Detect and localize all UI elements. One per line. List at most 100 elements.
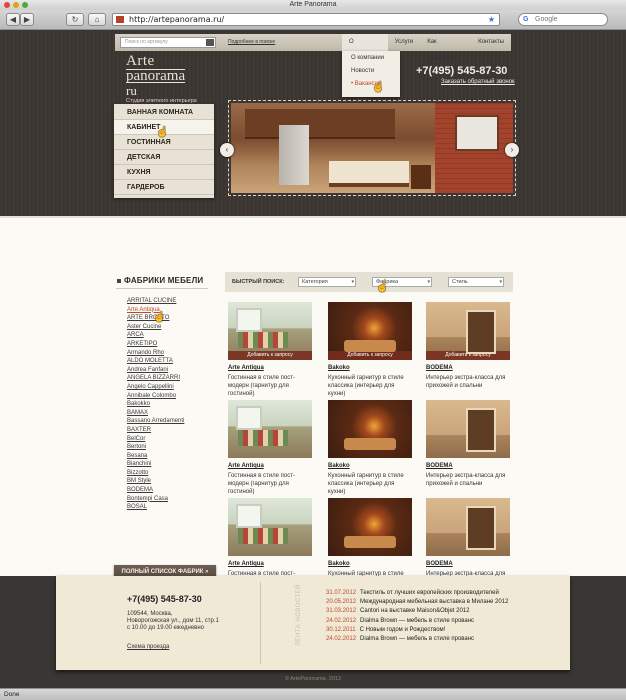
close-window-icon[interactable] (4, 2, 10, 8)
product-brand-link[interactable]: Arte Antiqua (228, 561, 312, 567)
product-card[interactable]: BODEMA Интерьер экстра-класса для прихож… (426, 400, 510, 488)
product-brand-link[interactable]: BODEMA (426, 463, 510, 469)
news-title[interactable]: Текстиль от лучших европейских производи… (360, 590, 499, 596)
nav-how-to-order[interactable]: Как заказать? (420, 34, 471, 62)
product-image[interactable] (228, 400, 312, 458)
home-button[interactable]: ⌂ (88, 13, 106, 26)
factory-link[interactable]: Aster Cucine (127, 323, 184, 332)
url-field[interactable]: http://artepanorama.ru/ ★ (112, 13, 500, 26)
factory-link[interactable]: Besana (127, 452, 184, 461)
about-dropdown-menu: О компании Новости • Вакансии (342, 51, 400, 97)
back-button[interactable]: ◀ (6, 13, 20, 26)
product-brand-link[interactable]: Arte Antiqua (228, 463, 312, 469)
product-card[interactable]: BODEMA Интерьер экстра-класса для прихож… (426, 498, 510, 586)
search-go-icon[interactable] (206, 39, 214, 46)
product-image[interactable] (228, 498, 312, 556)
article-search-input[interactable]: Поиск по артикулу (120, 37, 216, 48)
product-brand-link[interactable]: Bakoko (328, 561, 412, 567)
news-title[interactable]: Cantori на выставке Maison&Objet 2012 (360, 608, 469, 614)
factory-link[interactable]: Bertoni (127, 443, 184, 452)
site-logo[interactable]: Arte panorama ru Студия элитного интерье… (126, 54, 197, 104)
web-search-field[interactable]: G Google (518, 13, 608, 26)
add-to-request-button[interactable]: Добавить к запросу (426, 351, 510, 360)
product-card[interactable]: Добавить к запросу BODEMA Интерьер экстр… (426, 302, 510, 390)
factory-link[interactable]: BAMAX (127, 409, 184, 418)
factory-link[interactable]: BM Style (127, 477, 184, 486)
factory-link[interactable]: BOSAL (127, 503, 184, 512)
nav-about[interactable]: О компании (342, 34, 388, 62)
factory-link[interactable]: Andrea Fanfani (127, 366, 184, 375)
product-image[interactable] (426, 498, 510, 556)
category-select[interactable]: Категория ▾ (298, 277, 356, 287)
product-brand-link[interactable]: BODEMA (426, 561, 510, 567)
factory-link[interactable]: Bakokko (127, 400, 184, 409)
product-brand-link[interactable]: Bakoko (328, 463, 412, 469)
dropdown-item-vacancies[interactable]: • Вакансии (342, 77, 400, 90)
kitchen-slide-image (231, 103, 513, 193)
news-item[interactable]: 31.07.2012 Текстиль от лучших европейских… (326, 589, 508, 598)
factory-link[interactable]: BODEMA (127, 486, 184, 495)
product-brand-link[interactable]: Arte Antiqua (228, 365, 312, 371)
advanced-search-link[interactable]: Подробнее в поиске (228, 39, 275, 45)
category-kitchen[interactable]: КУХНЯ (114, 165, 214, 180)
slider-prev-button[interactable]: ‹ (220, 143, 234, 157)
factory-link[interactable]: BelCor (127, 435, 184, 444)
product-card[interactable]: Arte Antiqua Гостинная в стиле пост-моде… (228, 400, 312, 496)
factory-link[interactable]: ARRITAL CUCINE (127, 297, 184, 306)
product-image[interactable] (328, 400, 412, 458)
factory-link[interactable]: Bizzotto (127, 469, 184, 478)
main-content: ФАБРИКИ МЕБЕЛИ ARRITAL CUCINE Arte Antiq… (0, 216, 626, 593)
nav-contacts[interactable]: Контакты (471, 34, 511, 51)
factory-link[interactable]: Bianchini (127, 460, 184, 469)
minimize-window-icon[interactable] (13, 2, 19, 8)
map-link[interactable]: Схема проезда (127, 644, 169, 650)
google-icon: G (523, 16, 529, 23)
news-title[interactable]: Международная мебельная выставка в Милан… (360, 599, 508, 605)
category-kids-room[interactable]: ДЕТСКАЯ (114, 150, 214, 165)
factory-link[interactable]: Bassano Arredamenti (127, 417, 184, 426)
news-item[interactable]: 24.02.2012 Dialma Brown — мебель в стиле … (326, 635, 508, 644)
callback-link[interactable]: Заказать обратный звонок (441, 79, 515, 85)
product-image[interactable] (426, 400, 510, 458)
factory-link[interactable]: ARCA (127, 331, 184, 340)
product-brand-link[interactable]: BODEMA (426, 365, 510, 371)
product-card[interactable]: Добавить к запросу Arte Antiqua Гостинна… (228, 302, 312, 398)
window-controls[interactable] (4, 2, 28, 8)
mouse-cursor-icon: ☝ (376, 282, 389, 293)
news-item[interactable]: 24.02.2012 Dialma Brown — мебель в стиле … (326, 617, 508, 626)
reload-button[interactable]: ↻ (66, 13, 84, 26)
slider-next-button[interactable]: › (505, 143, 519, 157)
add-to-request-button[interactable]: Добавить к запросу (228, 351, 312, 360)
news-item[interactable]: 30.12.2011 С Новым годом и Рождеством! (326, 626, 508, 635)
forward-button[interactable]: ▶ (20, 13, 34, 26)
news-item[interactable]: 20.05.2012 Международная мебельная выстав… (326, 598, 508, 607)
style-select[interactable]: Стиль ▾ (448, 277, 504, 287)
news-item[interactable]: 31.03.2012 Cantori на выставке Maison&Obj… (326, 607, 508, 616)
nav-services[interactable]: Услуги (388, 34, 420, 51)
factory-link[interactable]: ALDO MOLETTA (127, 357, 184, 366)
news-title[interactable]: Dialma Brown — мебель в стиле прованс (360, 636, 474, 642)
news-title[interactable]: Dialma Brown — мебель в стиле прованс (360, 618, 474, 624)
news-title[interactable]: С Новым годом и Рождеством! (360, 627, 446, 633)
dropdown-item-news[interactable]: Новости (342, 64, 400, 77)
add-to-request-button[interactable]: Добавить к запросу (328, 351, 412, 360)
product-image[interactable]: Добавить к запросу (328, 302, 412, 360)
category-bathroom[interactable]: ВАННАЯ КОМНАТА (114, 105, 214, 120)
factory-link[interactable]: Annibale Colombo (127, 392, 184, 401)
category-wardrobe[interactable]: ГАРДЕРОБ (114, 180, 214, 195)
product-image[interactable] (328, 498, 412, 556)
factory-link[interactable]: Angelo Cappellini (127, 383, 184, 392)
dropdown-item-about[interactable]: О компании (342, 51, 400, 64)
factory-link[interactable]: Bontempi Casa (127, 495, 184, 504)
factory-link[interactable]: ARKETIPO (127, 340, 184, 349)
product-card[interactable]: Bakoko Кухонный гарнитур в стиле классик… (328, 400, 412, 496)
factory-link[interactable]: BAXTER (127, 426, 184, 435)
bookmark-star-icon[interactable]: ★ (488, 14, 495, 25)
product-image[interactable]: Добавить к запросу (426, 302, 510, 360)
factory-link[interactable]: ANGELA BIZZARRI (127, 374, 184, 383)
product-image[interactable]: Добавить к запросу (228, 302, 312, 360)
product-brand-link[interactable]: Bakoko (328, 365, 412, 371)
factory-link[interactable]: Armando Rho (127, 349, 184, 358)
product-card[interactable]: Добавить к запросу Bakoko Кухонный гарни… (328, 302, 412, 398)
zoom-window-icon[interactable] (22, 2, 28, 8)
